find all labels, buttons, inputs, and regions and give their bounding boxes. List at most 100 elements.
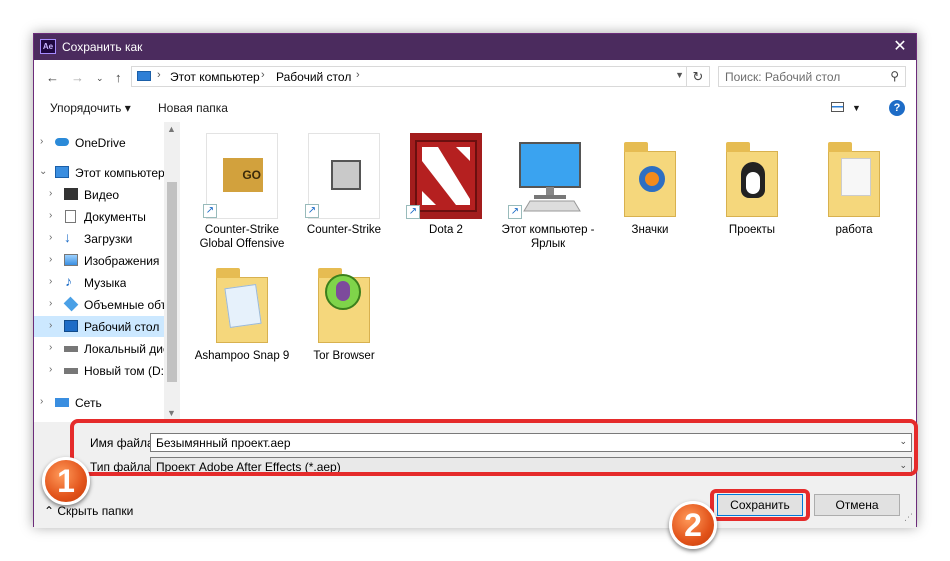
chevron-right-icon[interactable]: › (40, 396, 43, 407)
shortcut-arrow-icon: ↗ (305, 204, 319, 218)
address-bar[interactable]: › Этот компьютер › Рабочий стол › ▼ ↻ (131, 66, 710, 87)
file-item-csgo[interactable]: GO ↗ Counter-Strike Global Offensive (192, 127, 292, 257)
resize-grip-icon[interactable]: ⋰ (904, 512, 913, 523)
sidebar-item-new-volume[interactable]: › Новый том (D:) (34, 360, 180, 381)
breadcrumb-this-pc[interactable]: Этот компьютер (170, 70, 260, 84)
file-item-ashampoo-folder[interactable]: Ashampoo Snap 9 (192, 253, 292, 383)
save-as-dialog: Ae Сохранить как ✕ ← → ⌄ ↑ › Этот компью… (33, 33, 918, 528)
recent-dropdown-icon[interactable]: ⌄ (96, 73, 104, 84)
document-icon (841, 158, 871, 196)
chevron-right-icon[interactable]: › (49, 232, 52, 243)
file-item-icons-folder[interactable]: Значки (600, 127, 700, 257)
sidebar-item-downloads[interactable]: › ↓ Загрузки (34, 228, 180, 249)
penguin-icon (741, 162, 765, 198)
scroll-up-icon[interactable]: ▲ (167, 124, 176, 134)
chevron-down-icon[interactable]: ⌄ (39, 166, 47, 177)
computer-icon: ↗ (508, 133, 584, 219)
sidebar-item-music[interactable]: › ♪ Музыка (34, 272, 180, 293)
sidebar-item-label: Документы (84, 210, 146, 224)
sidebar-item-local-disk[interactable]: › Локальный дис (34, 338, 180, 359)
document-icon (224, 283, 262, 329)
sidebar-item-3d-objects[interactable]: › Объемные объ (34, 294, 180, 315)
file-item-dota2[interactable]: ↗ Dota 2 (396, 127, 496, 257)
chevron-right-icon[interactable]: › (49, 298, 52, 309)
folder-graphic (624, 142, 676, 217)
file-item-tor-folder[interactable]: Tor Browser (294, 253, 394, 383)
csgo-icon: GO ↗ (203, 133, 278, 219)
chevron-down-icon[interactable]: ▼ (675, 70, 684, 80)
cancel-button[interactable]: Отмена (814, 494, 900, 516)
command-bar: Упорядочить ▾ Новая папка ▼ ? (34, 94, 916, 122)
sidebar-item-documents[interactable]: › Документы (34, 206, 180, 227)
shortcut-arrow-icon: ↗ (406, 205, 420, 219)
music-icon: ♪ (65, 273, 72, 289)
breadcrumb-separator: › (356, 69, 360, 81)
view-options-icon[interactable] (831, 102, 844, 112)
back-arrow-icon[interactable]: ← (46, 70, 59, 85)
file-item-this-pc-shortcut[interactable]: ↗ Этот компьютер - Ярлык (498, 127, 598, 257)
computer-icon (137, 71, 151, 81)
up-arrow-icon[interactable]: ↑ (115, 70, 122, 85)
file-item-work-folder[interactable]: работа (804, 127, 904, 257)
chevron-right-icon[interactable]: › (49, 254, 52, 265)
breadcrumb-desktop[interactable]: Рабочий стол (276, 70, 351, 84)
folder-icon (308, 259, 380, 345)
chevron-right-icon[interactable]: › (49, 342, 52, 353)
file-name: Значки (631, 224, 669, 236)
help-icon[interactable]: ? (889, 100, 905, 116)
sidebar-item-label: Изображения (84, 254, 160, 268)
sidebar-item-video[interactable]: › Видео (34, 184, 180, 205)
file-name: работа (835, 224, 873, 236)
search-box[interactable]: Поиск: Рабочий стол ⚲ (718, 66, 906, 87)
globe-icon (325, 274, 361, 310)
folder-icon (818, 133, 890, 219)
hide-folders-label: Скрыть папки (57, 504, 134, 518)
breadcrumb-separator: › (261, 69, 265, 81)
shortcut-arrow-icon: ↗ (203, 204, 217, 218)
folder-graphic (216, 268, 268, 343)
title-bar: Ae Сохранить как ✕ (34, 34, 916, 60)
file-item-projects-folder[interactable]: Проекты (702, 127, 802, 257)
chevron-right-icon[interactable]: › (49, 320, 52, 331)
downloads-icon: ↓ (64, 229, 71, 245)
sidebar-item-label: Рабочий стол (84, 320, 160, 334)
sidebar-item-onedrive[interactable]: › OneDrive (34, 132, 180, 153)
forward-arrow-icon[interactable]: → (71, 70, 84, 85)
sidebar-item-network[interactable]: › Сеть (34, 392, 180, 413)
sidebar-item-label: Видео (84, 188, 120, 202)
new-folder-button[interactable]: Новая папка (158, 101, 228, 115)
pictures-icon (64, 254, 78, 266)
organize-button[interactable]: Упорядочить ▾ (50, 101, 131, 115)
file-item-counter-strike[interactable]: ↗ Counter-Strike (294, 127, 394, 257)
chevron-right-icon[interactable]: › (49, 188, 52, 199)
file-name: Этот компьютер - Ярлык (501, 224, 595, 250)
cloud-icon (55, 138, 69, 146)
close-icon[interactable]: ✕ (890, 37, 910, 57)
chevron-right-icon[interactable]: › (49, 210, 52, 221)
file-name: Counter-Strike Global Offensive (199, 224, 285, 250)
chevron-right-icon[interactable]: › (40, 136, 43, 147)
drive-icon (64, 368, 78, 374)
sidebar-item-label: Локальный дис (84, 342, 164, 356)
folder-graphic (726, 142, 778, 217)
sidebar-item-label: Этот компьютер (75, 166, 165, 180)
csgo-logo: GO (223, 158, 263, 192)
sidebar-item-pictures[interactable]: › Изображения (34, 250, 180, 271)
folder-graphic (318, 268, 370, 343)
sidebar-item-this-pc[interactable]: ⌄ Этот компьютер (34, 162, 180, 183)
chevron-right-icon[interactable]: › (49, 364, 52, 375)
sidebar-item-desktop[interactable]: › Рабочий стол (34, 316, 180, 337)
chevron-right-icon[interactable]: › (49, 276, 52, 287)
scrollbar-thumb[interactable] (167, 182, 177, 382)
folder-graphic (828, 142, 880, 217)
chevron-down-icon[interactable]: ▼ (852, 103, 861, 113)
navigation-scrollbar[interactable]: ▲ ▼ (164, 122, 180, 422)
hide-folders-button[interactable]: ⌃ Скрыть папки (44, 504, 133, 518)
counter-strike-icon: ↗ (305, 133, 380, 219)
computer-icon (55, 166, 69, 178)
scroll-down-icon[interactable]: ▼ (167, 408, 176, 418)
refresh-icon[interactable]: ↻ (686, 66, 709, 87)
navigation-pane: › OneDrive ⌄ Этот компьютер › Видео › До… (34, 122, 180, 422)
video-icon (64, 188, 78, 200)
step-1-badge: 1 (42, 457, 90, 505)
